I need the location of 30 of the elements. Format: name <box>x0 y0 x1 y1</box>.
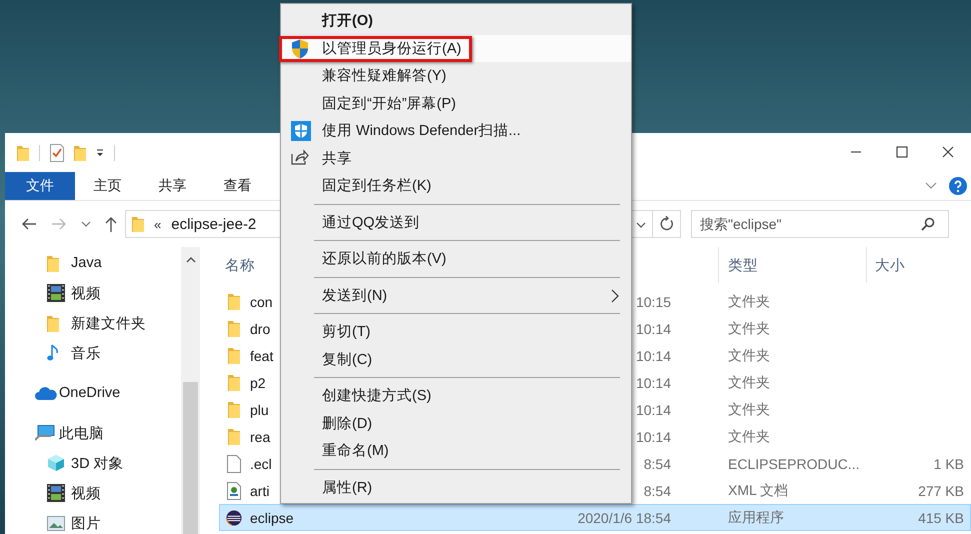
file-name: p2 <box>250 374 266 390</box>
file-name: .ecl <box>250 456 272 472</box>
file-type: XML 文档 <box>728 482 788 498</box>
file-type: ECLIPSEPRODUC... <box>728 456 860 472</box>
file-type: 文件夹 <box>728 292 770 308</box>
modified-date: 10:14 <box>636 320 671 336</box>
modified-date: 10:14 <box>636 348 671 364</box>
file-type: 文件夹 <box>728 428 770 444</box>
file-name: plu <box>250 402 269 418</box>
file-name: con <box>250 294 273 310</box>
file-size: 415 KB <box>918 510 964 526</box>
modified-date: 10:14 <box>636 374 671 390</box>
modified-date: 10:14 <box>636 402 671 418</box>
file-name: dro <box>250 320 270 336</box>
file-type: 文件夹 <box>728 374 770 390</box>
file-size: 277 KB <box>918 482 964 498</box>
modified-date: 10:14 <box>636 428 671 444</box>
file-type: 文件夹 <box>728 400 770 416</box>
modified-date: 2020/1/6 18:54 <box>578 510 671 526</box>
file-type: 文件夹 <box>728 346 770 362</box>
file-size: 1 KB <box>934 456 964 472</box>
file-name: rea <box>250 428 270 444</box>
file-name: feat <box>250 348 274 364</box>
file-name: arti <box>250 482 270 498</box>
modified-date: 8:54 <box>644 482 671 498</box>
file-name: eclipse <box>250 510 294 526</box>
modified-date: 10:15 <box>636 294 671 310</box>
modified-date: 8:54 <box>644 456 671 472</box>
file-type: 应用程序 <box>728 508 784 524</box>
file-type: 文件夹 <box>728 320 770 336</box>
